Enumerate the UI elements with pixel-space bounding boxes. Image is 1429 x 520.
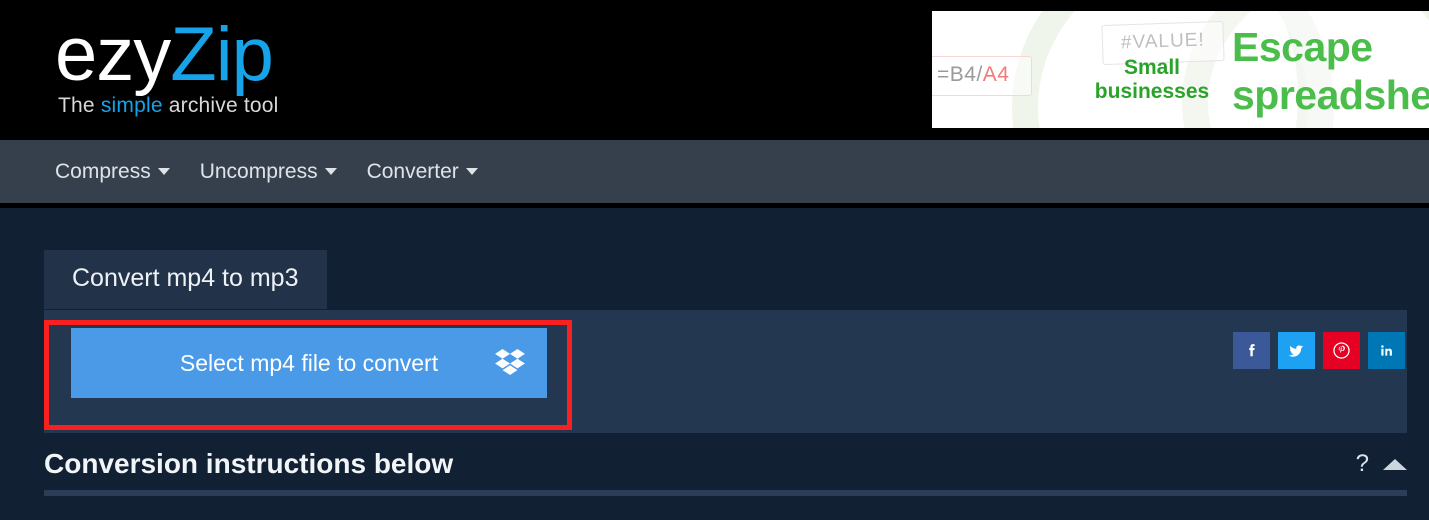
nav-item-compress[interactable]: Compress — [55, 160, 170, 184]
nav-item-label: Uncompress — [199, 159, 318, 183]
tagline-underline-swoosh — [97, 118, 203, 126]
tagline-after: archive tool — [162, 94, 279, 117]
ad-banner[interactable]: =B4/A4 #VALUE! Small businesses Escape s… — [932, 11, 1429, 128]
chevron-down-icon — [157, 168, 170, 175]
main-content: Convert mp4 to mp3 Select mp4 file to co… — [0, 208, 1429, 520]
logo-wordmark: ezyZip — [55, 14, 475, 96]
dropbox-icon[interactable] — [495, 349, 525, 377]
site-header: ezyZip The simple archive tool =B4/A4 #V… — [0, 0, 1429, 140]
chevron-down-icon — [324, 168, 337, 175]
tagline-before: The — [58, 94, 101, 117]
ad-headline-line1: Escape — [1232, 24, 1373, 70]
site-logo[interactable]: ezyZip The simple archive tool — [55, 14, 475, 118]
instructions-divider — [44, 490, 1407, 496]
ad-headline-line2: spreadshe — [1232, 72, 1429, 118]
select-file-button-label: Select mp4 file to convert — [179, 349, 439, 376]
ad-subheading: Small businesses — [1087, 56, 1217, 104]
ad-subheading-line1: Small — [1123, 56, 1181, 79]
logo-text-zip: Zip — [170, 12, 274, 97]
ad-formula-text: =B4/ — [937, 63, 983, 86]
share-pinterest-button[interactable] — [1323, 332, 1360, 369]
select-file-button[interactable]: Select mp4 file to convert — [71, 328, 547, 398]
main-navigation: Compress Uncompress Converter — [0, 140, 1429, 203]
pinterest-icon — [1333, 342, 1350, 359]
converter-tabs: Convert mp4 to mp3 — [44, 250, 327, 309]
instructions-title: Conversion instructions below — [44, 448, 454, 479]
instructions-controls: ? — [1356, 452, 1407, 480]
ad-formula-cell: =B4/A4 — [932, 56, 1033, 96]
ad-formula-error-ref: A4 — [982, 63, 1010, 86]
ad-subheading-line2: businesses — [1094, 80, 1210, 103]
share-facebook-button[interactable] — [1233, 332, 1270, 369]
twitter-icon — [1288, 345, 1304, 357]
nav-item-label: Converter — [366, 159, 459, 183]
logo-text-ezy: ezy — [55, 12, 171, 97]
help-icon[interactable]: ? — [1356, 452, 1369, 476]
tab-convert-mp4-to-mp3[interactable]: Convert mp4 to mp3 — [44, 250, 327, 309]
share-linkedin-button[interactable] — [1368, 332, 1405, 369]
instructions-header-row: Conversion instructions below ? — [44, 448, 1407, 480]
linkedin-icon — [1380, 344, 1392, 356]
nav-item-converter[interactable]: Converter — [367, 160, 478, 184]
facebook-icon — [1248, 343, 1255, 356]
logo-tagline: The simple archive tool — [58, 94, 475, 118]
converter-panel: Select mp4 file to convert — [44, 310, 1407, 433]
ad-headline: Escape spreadshe — [1232, 23, 1429, 119]
caret-up-icon[interactable] — [1383, 458, 1407, 470]
nav-item-uncompress[interactable]: Uncompress — [200, 160, 337, 184]
nav-item-label: Compress — [55, 159, 151, 183]
instructions-section: Conversion instructions below ? — [44, 448, 1407, 496]
tagline-highlight: simple — [100, 94, 163, 117]
chevron-down-icon — [465, 168, 478, 175]
social-share-bar — [1233, 332, 1405, 369]
share-twitter-button[interactable] — [1278, 332, 1315, 369]
